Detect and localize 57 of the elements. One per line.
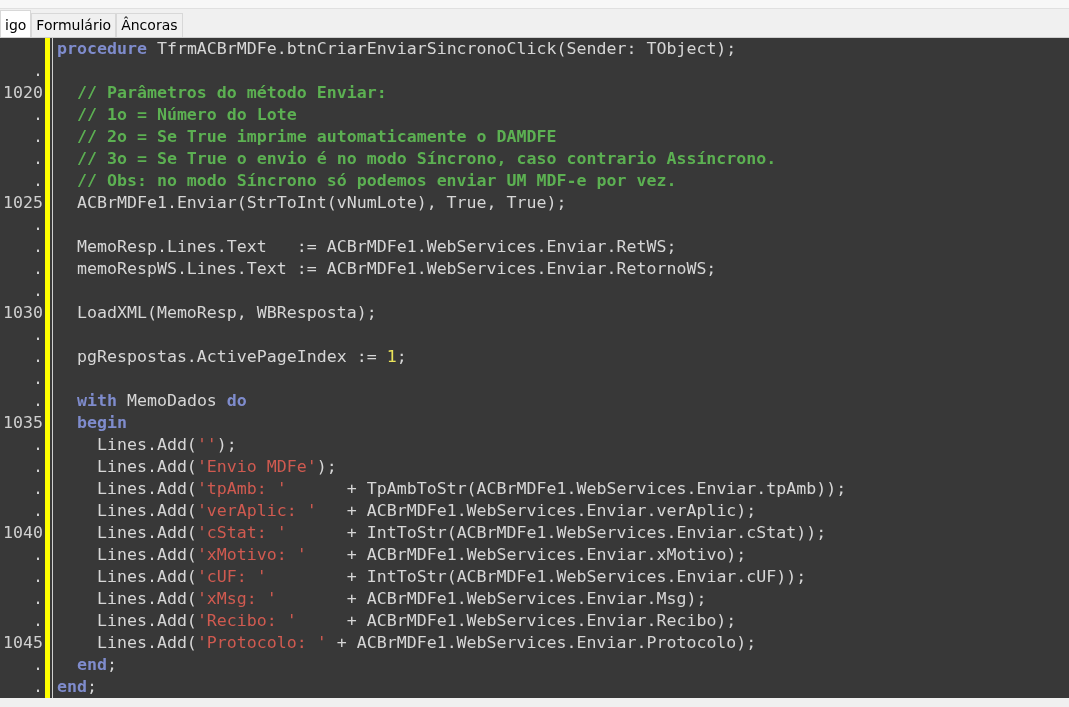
line-number: . <box>33 611 43 630</box>
line-number: 1020 <box>3 83 43 102</box>
line-number: . <box>33 171 43 190</box>
tab[interactable]: Formulário <box>31 13 117 37</box>
line-number: . <box>33 545 43 564</box>
line-number: . <box>33 215 43 234</box>
code-line: // 1o = Número do Lote <box>75 105 297 124</box>
code-line: LoadXML(MemoResp, WBResposta); <box>75 303 377 322</box>
code-line: // 3o = Se True o envio é no modo Síncrono, caso contrario Assíncrono. <box>75 149 777 168</box>
tab[interactable]: Âncoras <box>116 13 183 37</box>
code-line: pgRespostas.ActivePageIndex := 1; <box>75 347 407 366</box>
line-number: . <box>33 391 43 410</box>
code-line: Lines.Add('Envio MDFe'); <box>95 457 337 476</box>
line-number: 1045 <box>3 633 43 652</box>
code-line: Lines.Add('cUF: ' + IntToStr(ACBrMDFe1.WebServices.Enviar.cUF)); <box>95 567 807 586</box>
code-line: procedure TfrmACBrMDFe.btnCriarEnviarSincronoClick(Sender: TObject); <box>57 39 737 58</box>
code-line: Lines.Add('tpAmb: ' + TpAmbToStr(ACBrMDFe1.WebServices.Enviar.tpAmb)); <box>95 479 847 498</box>
line-number: . <box>33 149 43 168</box>
line-number: . <box>33 237 43 256</box>
line-number: . <box>33 435 43 454</box>
code-line: // 2o = Se True imprime automaticamente o DAMDFE <box>75 127 557 146</box>
code-line: Lines.Add('cStat: ' + IntToStr(ACBrMDFe1.WebServices.Enviar.cStat)); <box>95 523 827 542</box>
code-line: ACBrMDFe1.Enviar(StrToInt(vNumLote), True, True); <box>75 193 567 212</box>
line-number: . <box>33 105 43 124</box>
line-number: . <box>33 479 43 498</box>
code-line: Lines.Add('xMotivo: ' + ACBrMDFe1.WebServices.Enviar.xMotivo); <box>95 545 747 564</box>
code-line: Lines.Add(''); <box>95 435 237 454</box>
line-number: . <box>33 127 43 146</box>
line-number: 1040 <box>3 523 43 542</box>
code-line: Lines.Add('Protocolo: ' + ACBrMDFe1.WebServices.Enviar.Protocolo); <box>95 633 757 652</box>
line-number: . <box>33 655 43 674</box>
code-line: // Obs: no modo Síncrono só podemos enviar UM MDF-e por vez. <box>75 171 677 190</box>
code-line: Lines.Add('Recibo: ' + ACBrMDFe1.WebServices.Enviar.Recibo); <box>95 611 737 630</box>
line-number: . <box>33 281 43 300</box>
line-number: . <box>33 259 43 278</box>
code-line: end; <box>75 655 117 674</box>
code-line: MemoResp.Lines.Text := ACBrMDFe1.WebServices.Enviar.RetWS; <box>75 237 677 256</box>
code-line: memoRespWS.Lines.Text := ACBrMDFe1.WebServices.Enviar.RetornoWS; <box>75 259 717 278</box>
line-number: . <box>33 347 43 366</box>
line-number: . <box>33 677 43 696</box>
code-line: begin <box>75 413 127 432</box>
line-number: 1025 <box>3 193 43 212</box>
code-line: // Parâmetros do método Enviar: <box>75 83 387 102</box>
line-number: . <box>33 369 43 388</box>
code-line: with MemoDados do <box>75 391 247 410</box>
line-number: 1035 <box>3 413 43 432</box>
code-line: Lines.Add('xMsg: ' + ACBrMDFe1.WebServices.Enviar.Msg); <box>95 589 707 608</box>
code-line: Lines.Add('verAplic: ' + ACBrMDFe1.WebServices.Enviar.verAplic); <box>95 501 757 520</box>
line-number: . <box>33 61 43 80</box>
line-number: . <box>33 589 43 608</box>
tab[interactable]: igo <box>0 10 32 37</box>
line-number: 1030 <box>3 303 43 322</box>
line-number: . <box>33 567 43 586</box>
line-number: . <box>33 325 43 344</box>
line-number: . <box>33 501 43 520</box>
code-line: end; <box>57 677 97 696</box>
line-number: . <box>33 457 43 476</box>
